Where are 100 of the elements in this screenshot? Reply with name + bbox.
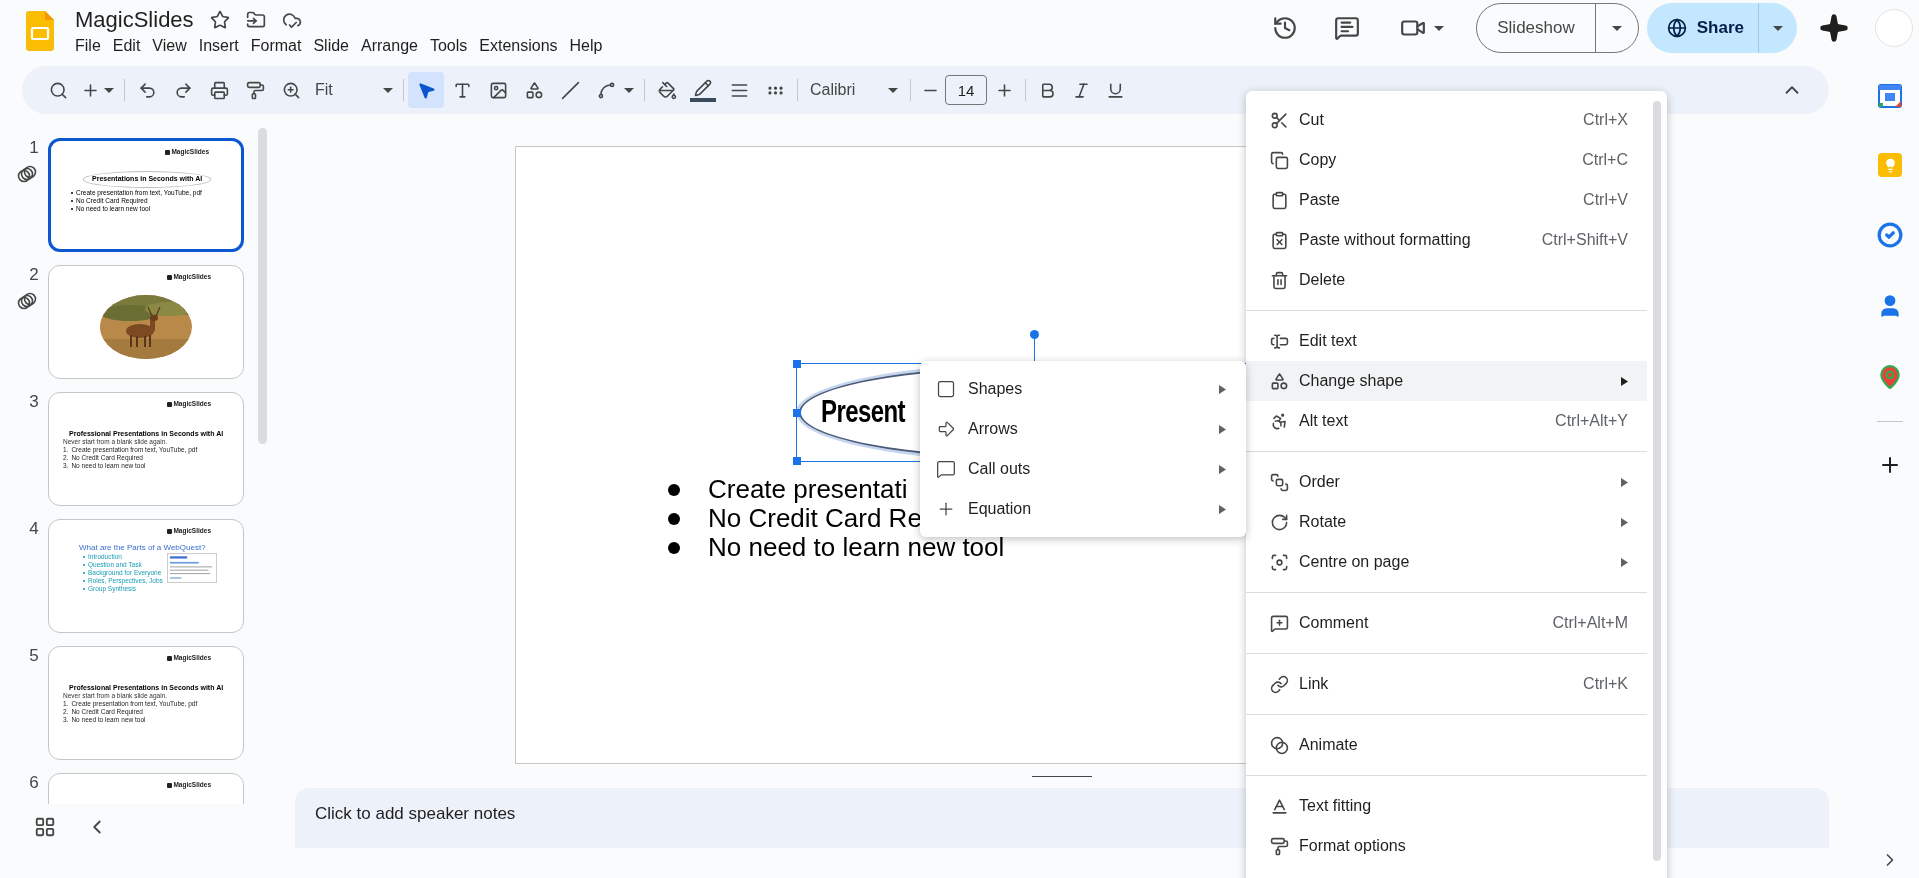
logo-icon [167, 401, 173, 407]
scissors-icon [1270, 110, 1289, 130]
menu-item[interactable]: Rotate [1246, 502, 1647, 542]
menu-bar-item[interactable]: Arrange [355, 35, 424, 57]
menu-item[interactable]: Order [1246, 462, 1647, 502]
sparkle-icon[interactable] [1819, 13, 1849, 43]
comment-icon[interactable] [1334, 15, 1361, 41]
clipboard-icon [1270, 190, 1289, 210]
layers-icon [1270, 472, 1289, 492]
submenu-item[interactable]: Equation [920, 489, 1246, 529]
globe-icon [1666, 18, 1687, 38]
shortcut-text: Ctrl+Alt+M [1552, 613, 1628, 633]
menu-item[interactable]: Centre on page [1246, 542, 1647, 582]
bullet-text: Create presentati [708, 473, 908, 506]
menu-bar-item[interactable]: Extensions [473, 35, 564, 57]
submenu-item[interactable]: Shapes [920, 369, 1246, 409]
text-icon [1270, 796, 1289, 816]
star-icon[interactable] [209, 10, 230, 30]
resize-handle[interactable] [793, 409, 801, 417]
slide-title: What are the Parts of a WebQuest? [79, 542, 207, 553]
menu-bar-item[interactable]: Format [244, 35, 308, 57]
bullet-icon [668, 483, 680, 496]
caret-icon [1611, 25, 1622, 31]
shortcut-text: Ctrl+X [1583, 110, 1628, 130]
border-color-icon[interactable] [694, 78, 712, 97]
trash-icon [1270, 270, 1289, 290]
animate-icon [1270, 735, 1289, 755]
menu-item[interactable]: Change shape [1246, 361, 1647, 401]
bullet-icon [668, 541, 680, 554]
scrollbar[interactable] [1653, 101, 1661, 861]
menu-bar-item[interactable]: File [69, 35, 107, 57]
menu-bar-item[interactable]: View [146, 35, 193, 57]
shortcut-text: Ctrl+V [1583, 190, 1628, 210]
menu-bar-item[interactable]: Help [563, 35, 609, 57]
shortcut-text: Ctrl+Alt+Y [1555, 411, 1628, 431]
menu-item[interactable]: Paste without formatting Ctrl+Shift+V [1246, 220, 1647, 260]
slide-number: 5 [29, 646, 39, 666]
square-icon [936, 379, 956, 399]
cloud-check-icon[interactable] [281, 10, 302, 30]
resize-handle[interactable] [793, 360, 801, 368]
caret-icon [624, 87, 634, 93]
copy-icon [1270, 150, 1289, 170]
menu-item[interactable]: Alt text Ctrl+Alt+Y [1246, 401, 1647, 441]
caret-icon [1434, 25, 1445, 31]
menu-item[interactable]: Link Ctrl+K [1246, 664, 1647, 704]
rotate-handle[interactable] [1030, 330, 1039, 339]
person-icon [1270, 411, 1289, 431]
shapes-icon [1270, 371, 1289, 391]
text-box-icon [452, 80, 472, 100]
slide-number: 1 [29, 138, 39, 158]
line-icon [560, 80, 580, 100]
text-box-icon [1270, 331, 1289, 351]
target-icon [1270, 552, 1289, 572]
rotate-icon [1270, 512, 1289, 532]
calendar-icon[interactable] [1878, 84, 1902, 108]
submenu-item[interactable]: Call outs [920, 449, 1246, 489]
menu-item[interactable]: Animate [1246, 725, 1647, 765]
menu-item[interactable]: Delete [1246, 260, 1647, 300]
caret-icon [1773, 25, 1783, 31]
menu-item[interactable]: Edit text [1246, 321, 1647, 361]
slide-title: Present [821, 392, 905, 430]
scrollbar[interactable] [258, 128, 267, 444]
font-size-field[interactable]: 14 [945, 75, 987, 105]
zoom-dropdown[interactable]: Fit [309, 78, 399, 102]
history-icon[interactable] [1272, 15, 1299, 41]
menu-item[interactable]: Cut Ctrl+X [1246, 100, 1647, 140]
shortcut-text: Ctrl+Shift+V [1541, 230, 1628, 250]
paint-roller-icon [1270, 836, 1289, 856]
slides-logo-icon [26, 11, 54, 51]
menu-bar-item[interactable]: Tools [423, 35, 474, 57]
tasks-icon[interactable] [1877, 222, 1903, 248]
grid-view-icon[interactable] [34, 816, 56, 838]
menu-bar-item[interactable]: Edit [106, 35, 147, 57]
menu-bar-item[interactable]: Insert [192, 35, 245, 57]
link-icon [1270, 674, 1289, 694]
submenu-item[interactable]: Arrows [920, 409, 1246, 449]
shortcut-text: Ctrl+K [1583, 674, 1628, 694]
menu-item[interactable]: Comment Ctrl+Alt+M [1246, 603, 1647, 643]
pointer-tool[interactable] [408, 72, 444, 108]
maps-icon[interactable] [1877, 364, 1903, 390]
folder-icon[interactable] [245, 10, 266, 30]
font-dropdown[interactable]: Calibri [802, 78, 906, 102]
menu-bar-item[interactable]: Slide [307, 35, 355, 57]
menu-item[interactable]: Text fitting [1246, 786, 1647, 826]
menu-item[interactable]: Copy Ctrl+C [1246, 140, 1647, 180]
arrow-icon [936, 419, 956, 439]
resize-handle[interactable] [793, 457, 801, 465]
logo-icon [167, 528, 173, 534]
shortcut-text: Ctrl+C [1582, 150, 1628, 170]
scribble-icon [596, 80, 616, 100]
menu-item[interactable]: Paste Ctrl+V [1246, 180, 1647, 220]
document-title[interactable]: MagicSlides [75, 6, 194, 34]
slide-number: 3 [29, 392, 39, 412]
logo-icon [167, 274, 173, 280]
caret-icon [104, 87, 114, 93]
slide-number: 4 [29, 519, 39, 539]
caret-icon [888, 87, 898, 93]
slide-number: 6 [29, 773, 39, 793]
comment-icon [1270, 613, 1289, 633]
caret-icon [383, 87, 393, 93]
